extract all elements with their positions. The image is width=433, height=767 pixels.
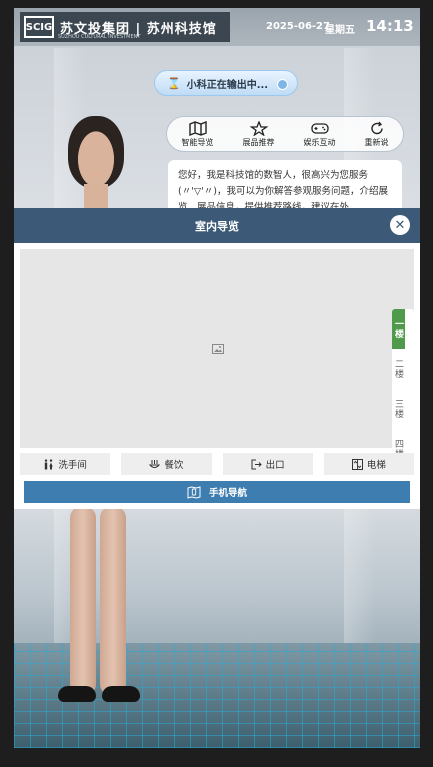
action-label: 重新说 <box>364 137 389 147</box>
restroom-button[interactable]: 洗手间 <box>20 453 111 475</box>
dining-button[interactable]: 餐饮 <box>121 453 212 475</box>
hourglass-icon: ⌛ <box>167 76 181 90</box>
floor-tab-2[interactable]: 二楼 <box>392 349 405 389</box>
exit-button[interactable]: 出口 <box>222 453 313 475</box>
weekday-text: 星期五 <box>325 25 355 36</box>
modal-header: 室内导览 ✕ <box>14 208 420 243</box>
floor-tab-3[interactable]: 三楼 <box>392 389 405 429</box>
entertainment-button[interactable]: 娱乐互动 <box>304 121 336 148</box>
avatar-shoe <box>58 686 96 702</box>
logo-mark: SCIG <box>24 16 54 38</box>
avatar-leg <box>70 506 96 696</box>
assistant-status-pill: ⌛ 小科正在输出中... <box>154 70 298 96</box>
clock-text: 14:13 <box>366 17 414 35</box>
avatar-shoe <box>102 686 140 702</box>
refresh-icon <box>370 121 383 134</box>
elevator-icon <box>351 458 363 470</box>
kiosk-screen: SCIG 苏文投集团 | 苏州科技馆 SUZHOU CULTURAL INVES… <box>14 8 420 748</box>
date-text: 2025-06-27 <box>266 21 330 32</box>
elevator-button[interactable]: 电梯 <box>323 453 414 475</box>
close-icon[interactable]: ✕ <box>390 215 410 235</box>
gamepad-icon <box>310 122 329 134</box>
floor-map[interactable]: 一楼 二楼 三楼 四楼 <box>20 249 414 469</box>
top-header: SCIG 苏文投集团 | 苏州科技馆 SUZHOU CULTURAL INVES… <box>14 8 420 46</box>
exit-icon <box>251 459 262 469</box>
floor-tab-1[interactable]: 一楼 <box>392 309 405 349</box>
action-label: 展品推荐 <box>242 137 275 147</box>
mobile-nav-label: 手机导航 <box>208 488 247 499</box>
avatar-leg <box>100 506 126 696</box>
logo-subtitle: SUZHOU CULTURAL INVESTMENT <box>58 34 141 40</box>
floor-selector: 一楼 二楼 三楼 四楼 <box>392 309 414 469</box>
modal-title: 室内导览 <box>195 219 239 233</box>
image-placeholder-icon <box>212 344 224 354</box>
restroom-icon <box>45 458 54 469</box>
action-bar: 智能导览 展品推荐 娱乐互动 重新说 <box>166 116 404 152</box>
star-icon <box>249 120 268 136</box>
avatar-neck <box>84 184 108 208</box>
facility-label: 电梯 <box>366 460 386 471</box>
museum-logo: SCIG 苏文投集团 | 苏州科技馆 SUZHOU CULTURAL INVES… <box>20 12 230 42</box>
facility-label: 出口 <box>265 460 285 471</box>
avatar-head <box>68 116 124 188</box>
facility-filter-row: 洗手间 餐饮 出口 电梯 <box>20 453 414 475</box>
repeat-button[interactable]: 重新说 <box>365 121 389 148</box>
exhibit-recommend-button[interactable]: 展品推荐 <box>242 120 275 148</box>
status-text: 小科正在输出中... <box>186 79 269 91</box>
action-label: 智能导览 <box>181 137 214 147</box>
dining-icon <box>149 459 161 468</box>
phone-map-icon <box>187 485 201 499</box>
indoor-guide-modal: 室内导览 ✕ 一楼 二楼 三楼 四楼 洗手间 餐饮 出口 电梯 手机导航 <box>14 208 420 509</box>
facility-label: 餐饮 <box>164 460 184 471</box>
map-icon <box>188 120 207 136</box>
mobile-navigation-button[interactable]: 手机导航 <box>24 481 410 503</box>
facility-label: 洗手间 <box>58 460 87 471</box>
action-label: 娱乐互动 <box>303 137 336 147</box>
smart-guide-button[interactable]: 智能导览 <box>181 120 214 148</box>
status-dot <box>277 79 288 90</box>
